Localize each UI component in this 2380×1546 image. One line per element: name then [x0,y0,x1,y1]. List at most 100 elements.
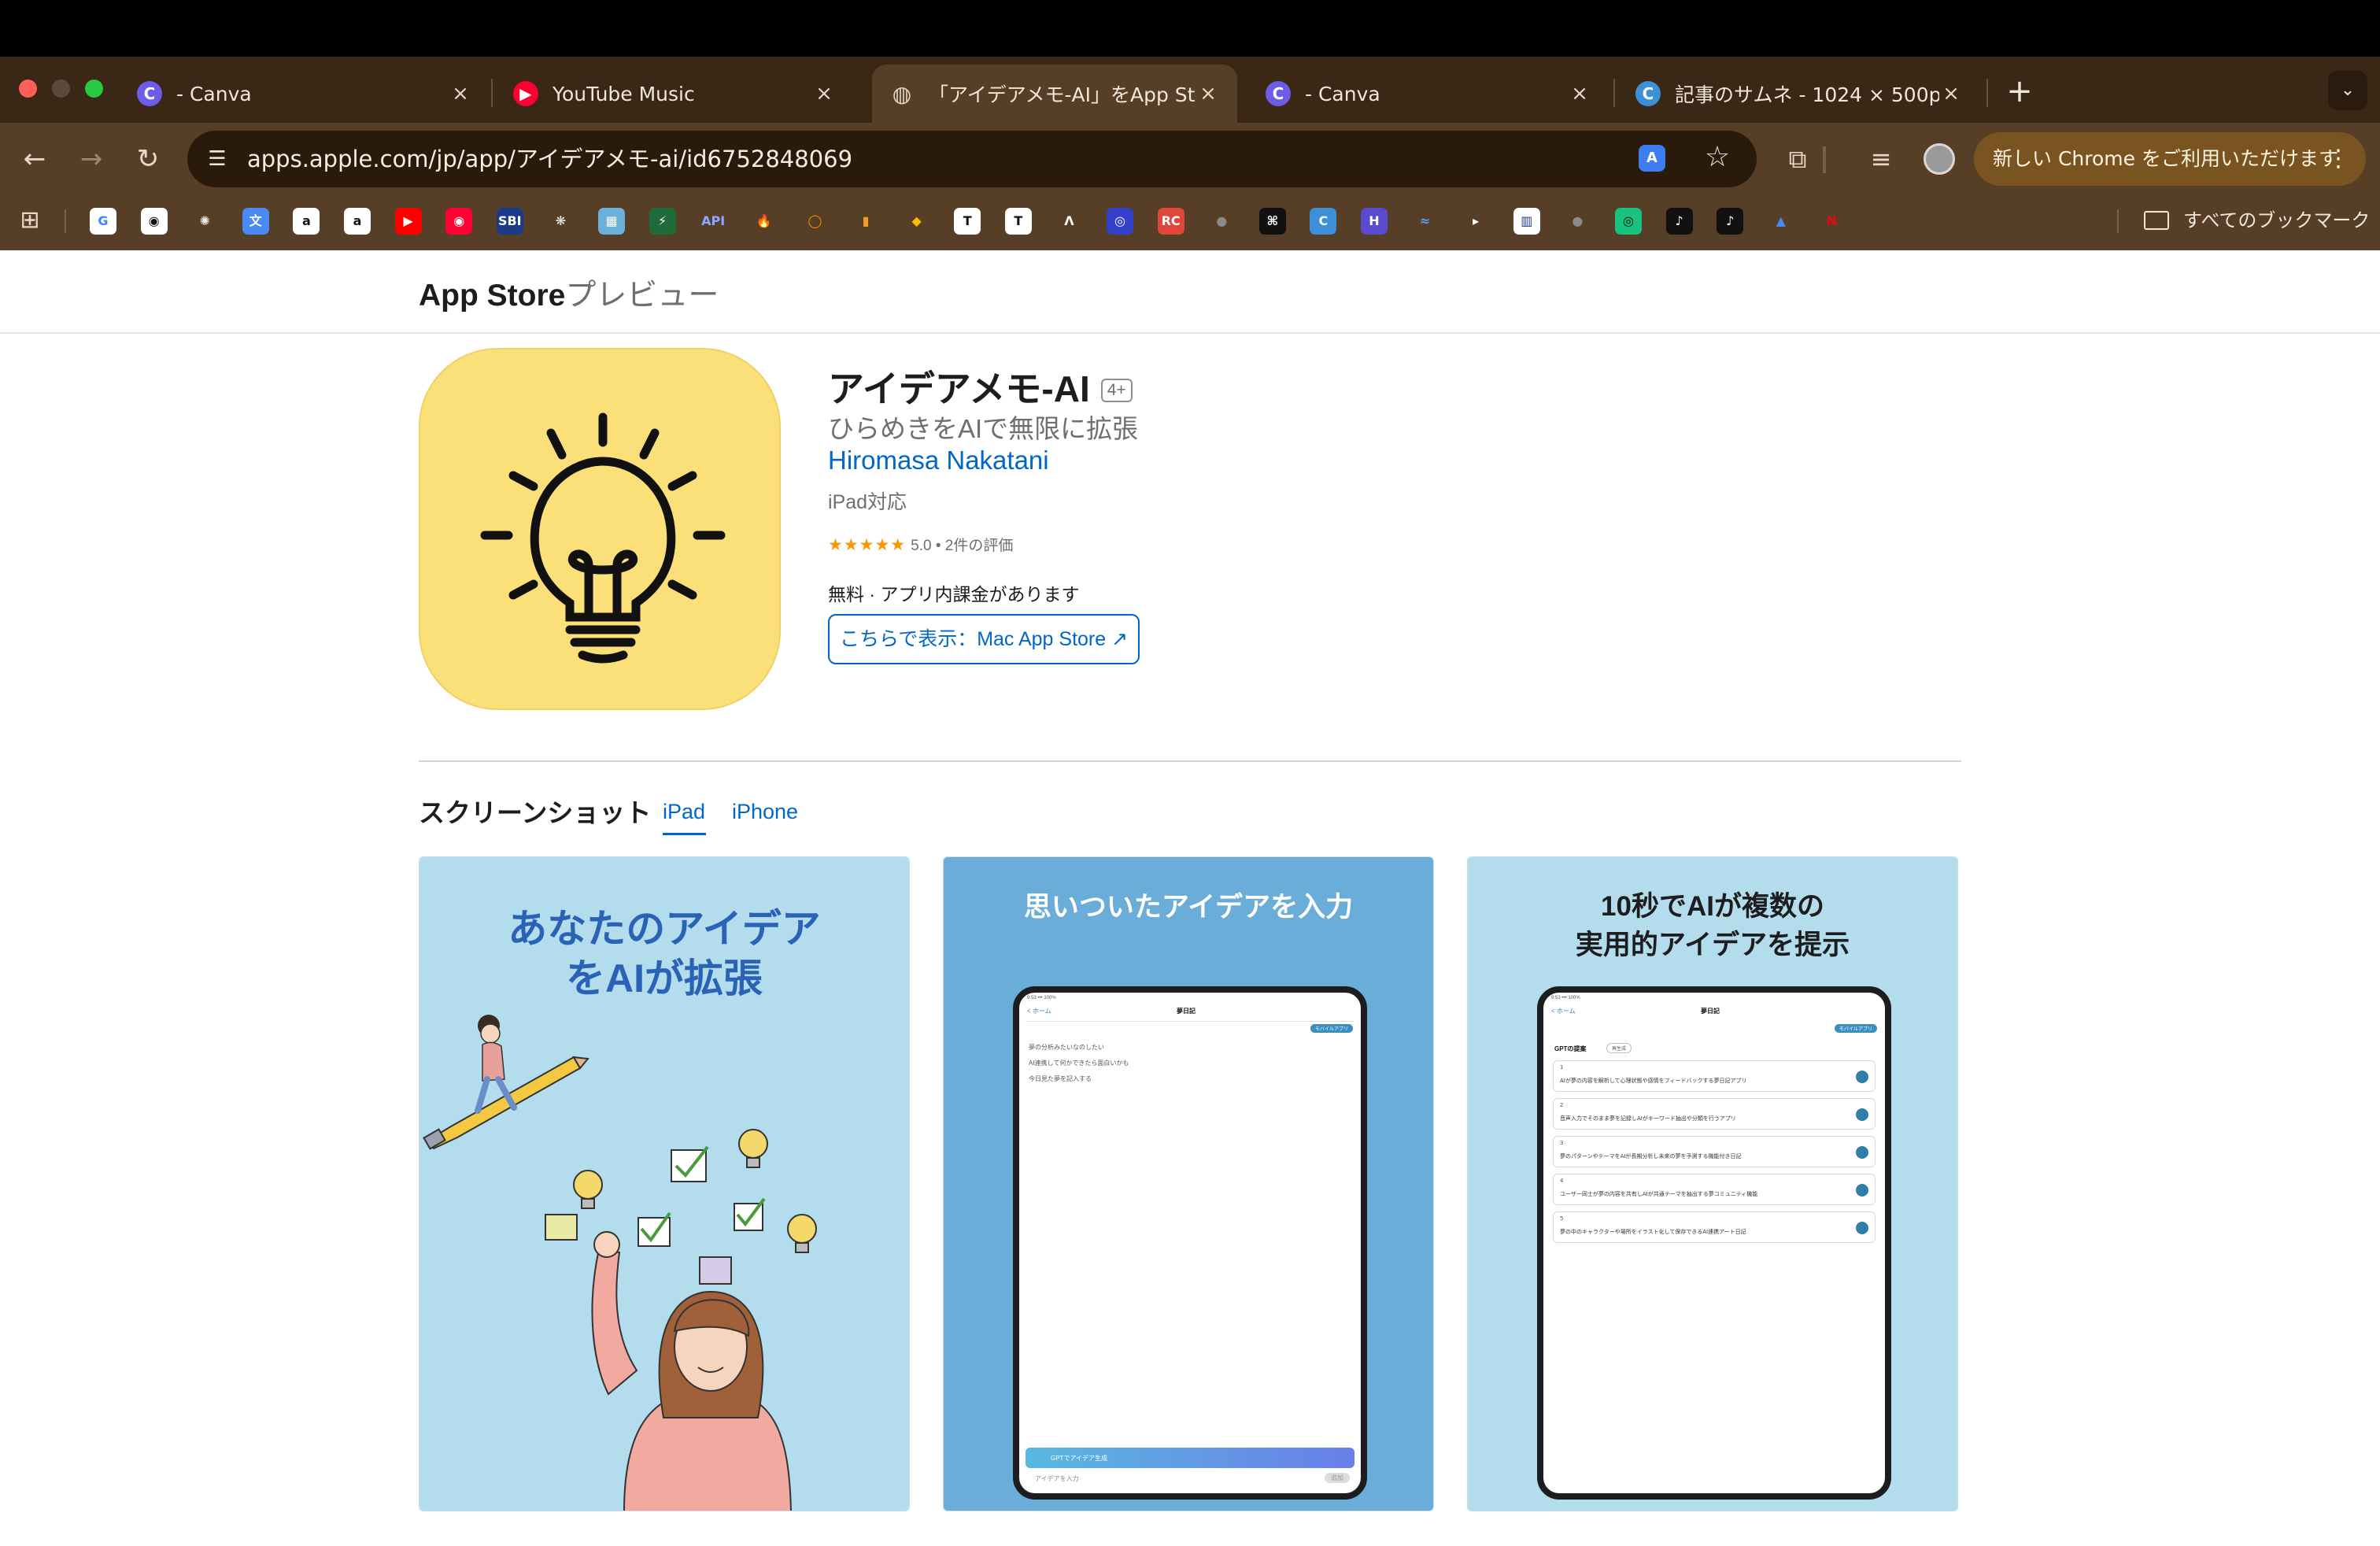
all-bookmarks-label: すべてのブックマーク [2183,209,2371,231]
app-title: アイデアメモ-AI 4+ [828,361,1133,412]
tab-iphone[interactable]: iPhone [732,800,798,824]
suggestion-row: 4 ユーザー同士が夢の内容を共有しAIが共通テーマを抽出する夢コミュニティ機能 [1553,1174,1876,1205]
more-menu-icon[interactable]: ⋮ [2326,132,2350,186]
bookmark-orange-ring-icon[interactable]: ◯ [801,208,828,235]
media-controls-icon[interactable]: ≡ [1862,140,1900,178]
bookmark-youtube-icon[interactable]: ▶ [394,208,422,235]
bookmark-notion-t-icon[interactable]: T [1004,208,1032,235]
all-bookmarks-button[interactable]: すべてのブックマーク [2144,206,2370,235]
bookmark-app-icon-icon[interactable]: ⚡ [649,208,676,235]
bookmark-notion-t-icon[interactable]: T [954,208,981,235]
globe-icon: ◍ [892,80,912,107]
tab-canva-2[interactable]: C - Canva × [1248,65,1609,123]
tab-canva-1[interactable]: C - Canva × [120,65,490,123]
bookmark-perplexity-icon[interactable]: ❋ [547,208,574,235]
bookmark-chart-icon[interactable]: ▲ [1768,208,1794,235]
url-text[interactable]: apps.apple.com/jp/app/アイデアメモ-ai/id675284… [247,145,852,173]
folder-icon [2144,211,2169,230]
forward-icon[interactable]: → [72,140,110,178]
back-link: < ホーム [1027,1008,1051,1015]
close-icon[interactable]: × [812,82,836,105]
idea-line: 今日見た夢を記入する [1029,1075,1092,1082]
canva-icon: C [1266,81,1291,106]
tab-ipad[interactable]: iPad [663,800,705,824]
idea-input-placeholder: アイデアを入力 [1035,1475,1079,1482]
tab-search-button[interactable]: ⌄ [2328,71,2367,110]
bookmark-amazon-icon[interactable]: a [344,208,371,235]
bookmark-apple-icon[interactable]: ● [1564,208,1591,235]
bookmarks-divider [65,209,66,233]
app-subtitle: ひらめきをAIで無限に拡張 [828,414,1139,443]
tab-title: YouTube Music [552,82,695,105]
bookmark-sbi-icon[interactable]: SBI [496,208,523,235]
bookmark-tiktok-icon[interactable]: ♪ [1665,208,1693,235]
tab-youtube-music[interactable]: ▶ YouTube Music × [496,65,853,123]
bookmark-analytics-icon[interactable]: ▮ [852,208,879,235]
bookmark-netflix-icon[interactable]: N [1818,208,1845,235]
reload-icon[interactable]: ↻ [129,140,167,178]
avatar[interactable] [1924,143,1955,175]
apps-grid-icon[interactable]: ⊞ [16,206,44,235]
app-store-icon[interactable]: A [1639,145,1665,172]
bookmark-youtube-music-icon[interactable]: ◉ [445,208,473,235]
bookmark-capcut-icon[interactable]: ⌘ [1258,208,1286,235]
suggestion-row: 5 夢の中のキャラクターや場所をイラスト化して保存できるAI連携アート日記 [1553,1211,1876,1243]
bookmark-google-translate-icon[interactable]: 文 [242,208,269,235]
bookmark-rc-icon[interactable]: RC [1157,208,1184,235]
site-info-icon[interactable]: ☰ [203,145,231,173]
gpt-section-title: GPTの提案 [1554,1045,1587,1052]
screenshot-3[interactable]: 10秒でAIが複数の 実用的アイデアを提示 9:53 ••• 100% < ホー… [1467,856,1958,1511]
bookmark-star-icon[interactable]: ☆ [1700,140,1735,175]
bookmark-play-icon[interactable]: ▸ [1462,208,1489,235]
bookmark-globe-icon[interactable]: ◎ [1107,208,1133,235]
status-bar: 9:53 ••• 100% [1027,996,1056,1000]
caption-line: 10秒でAIが複数の [1601,891,1824,922]
screenshot-2[interactable]: 思いついたアイデアを入力 9:53 ••• 100% < ホーム 夢日記 モバイ… [943,856,1434,1511]
caption-line: 実用的アイデアを提示 [1575,930,1850,960]
idea-icons [545,1129,817,1285]
close-icon[interactable]: × [449,82,472,105]
close-icon[interactable]: × [1568,82,1591,105]
bookmark-canva-icon[interactable]: C [1310,208,1337,235]
tablet-mockup: 9:53 ••• 100% < ホーム 夢日記 モバイルアプリ 夢の分析みたいな… [1013,986,1367,1500]
bookmark-openai-icon[interactable]: ✺ [191,208,218,235]
developer-link[interactable]: Hiromasa Nakatani [828,446,1049,475]
canva-icon: C [1635,81,1661,106]
screenshot-1[interactable]: あなたのアイデア をAIが拡張 [419,856,910,1511]
back-icon[interactable]: ← [16,140,54,178]
bookmark-tiktok-icon[interactable]: ♪ [1717,208,1744,235]
bookmarks-divider [2117,209,2119,233]
new-tab-button[interactable]: + [2002,74,2037,109]
category-tag: モバイルアプリ [1310,1024,1353,1033]
bookmark-calendar-icon[interactable]: ▦ [598,208,625,235]
app-name: アイデアメモ-AI [828,368,1090,409]
tab-canva-3[interactable]: C 記事のサムネ - 1024 × 500px × [1618,65,1980,123]
bookmark-google-icon[interactable]: G [90,208,116,235]
window-close-button[interactable] [19,80,37,98]
bookmark-fire-icon[interactable]: 🔥 [751,208,778,235]
window-minimize-button[interactable] [52,80,70,98]
idea-line: AI連携して何かできたら面白いかも [1029,1060,1129,1067]
bookmark-chatgpt-icon[interactable]: ◎ [1615,208,1642,235]
section-divider [419,760,1961,762]
bookmark-tracker-icon[interactable]: Λ [1055,208,1082,235]
close-icon[interactable]: × [1196,82,1220,105]
bookmark-gift-icon[interactable]: ▥ [1513,208,1540,235]
bookmark-amazon-icon[interactable]: a [293,208,320,235]
rating-text: 5.0 • 2件の評価 [911,538,1014,554]
bookmark-wave-icon[interactable]: ≈ [1412,208,1439,235]
bookmark-api-icon[interactable]: API [700,208,726,235]
window-zoom-button[interactable] [85,80,103,98]
view-in-mac-app-store-button[interactable]: こちらで表示：Mac App Store ↗ [828,614,1140,664]
bookmark-google-ads-icon[interactable]: ◆ [904,208,930,235]
category-tag: モバイルアプリ [1834,1024,1877,1033]
canva-icon: C [137,81,162,106]
bookmark-apple-icon[interactable]: ● [1208,208,1235,235]
bookmark-github-icon[interactable]: ◉ [140,208,168,235]
rating-stars: ★★★★★ [828,536,907,554]
close-icon[interactable]: × [1939,82,1963,105]
update-chrome-button[interactable]: 新しい Chrome をご利用いただけます ⋮ [1974,132,2366,186]
extensions-icon[interactable]: ⧉ [1779,140,1816,178]
bookmark-heno-icon[interactable]: H [1361,208,1388,235]
tab-app-store[interactable]: ◍ 「アイデアメモ-AI」をApp Stor × [872,65,1237,123]
